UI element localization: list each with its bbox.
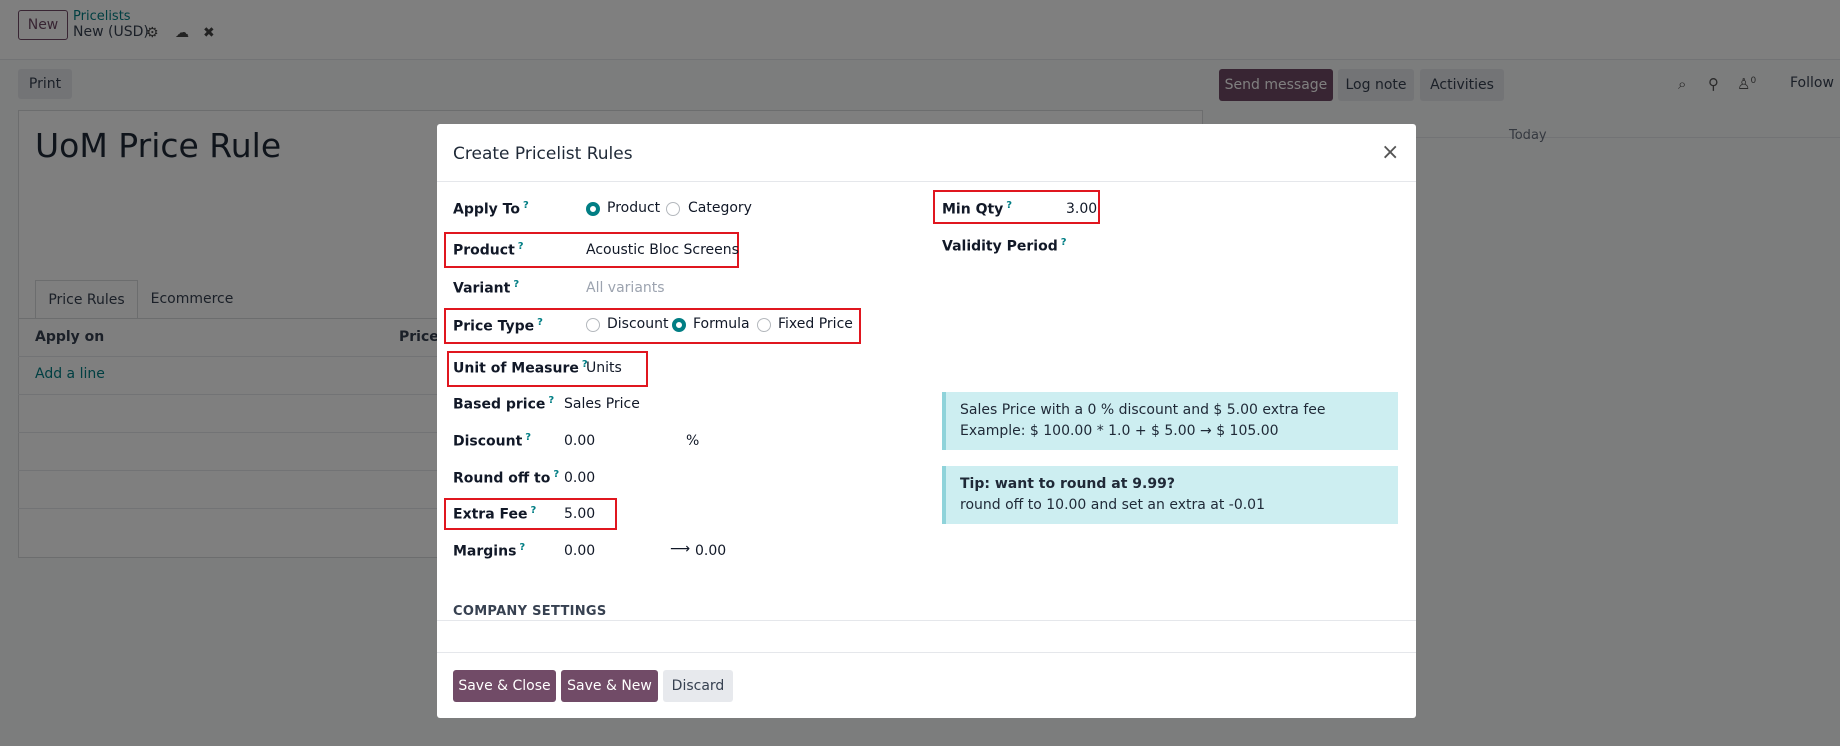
margin-arrow-icon: ⟶ [670,541,691,557]
apply-to-label: Apply To? [453,200,529,218]
discount-field[interactable]: 0.00 [564,433,595,449]
apply-to-product-radio[interactable] [586,202,600,216]
product-field[interactable]: Acoustic Bloc Screens [586,242,739,258]
apply-to-product-label[interactable]: Product [607,200,660,216]
price-type-formula-radio[interactable] [672,318,686,332]
company-settings-heading: COMPANY SETTINGS [453,604,607,619]
apply-to-category-radio[interactable] [666,202,680,216]
footer-divider [437,652,1416,653]
validity-period-label: Validity Period? [942,237,1067,255]
formula-example-line: Example: $ 100.00 * 1.0 + $ 5.00 → $ 105… [960,423,1279,439]
tip-title: Tip: want to round at 9.99? [960,476,1175,492]
price-type-fixed-label[interactable]: Fixed Price [778,316,853,332]
margin-max-field[interactable]: 0.00 [695,543,726,559]
price-type-fixed-radio[interactable] [757,318,771,332]
discount-unit: % [686,433,700,449]
save-new-button[interactable]: Save & New [561,670,658,702]
min-qty-field[interactable]: 3.00 [1066,201,1097,217]
round-off-field[interactable]: 0.00 [564,470,595,486]
variant-field[interactable]: All variants [586,280,665,296]
uom-field[interactable]: Units [586,360,622,376]
dialog-title: Create Pricelist Rules [453,144,633,164]
discard-button[interactable]: Discard [663,670,733,702]
product-label: Product? [453,241,524,259]
min-qty-label: Min Qty? [942,200,1013,218]
tip-text: round off to 10.00 and set an extra at -… [960,497,1265,513]
price-type-discount-label[interactable]: Discount [607,316,668,332]
margins-label: Margins? [453,542,526,560]
save-close-button[interactable]: Save & Close [453,670,556,702]
section-divider [437,620,1416,621]
based-price-label: Based price? [453,395,555,413]
formula-info-line: Sales Price with a 0 % discount and $ 5.… [960,402,1326,418]
based-price-field[interactable]: Sales Price [564,396,640,412]
close-icon[interactable]: × [1381,140,1399,165]
round-off-label: Round off to? [453,469,560,487]
uom-label: Unit of Measure? [453,359,588,377]
extra-fee-label: Extra Fee? [453,505,537,523]
extra-fee-field[interactable]: 5.00 [564,506,595,522]
discount-label: Discount? [453,432,532,450]
header-divider [437,181,1416,182]
margin-min-field[interactable]: 0.00 [564,543,595,559]
price-type-formula-label[interactable]: Formula [693,316,750,332]
variant-label: Variant? [453,279,520,297]
create-pricelist-rules-dialog: Create Pricelist Rules × Apply To? Produ… [437,124,1416,718]
apply-to-category-label[interactable]: Category [688,200,752,216]
rounding-tip-alert: Tip: want to round at 9.99? round off to… [942,466,1398,524]
price-type-label: Price Type? [453,317,543,335]
formula-info-alert: Sales Price with a 0 % discount and $ 5.… [942,392,1398,450]
price-type-discount-radio[interactable] [586,318,600,332]
